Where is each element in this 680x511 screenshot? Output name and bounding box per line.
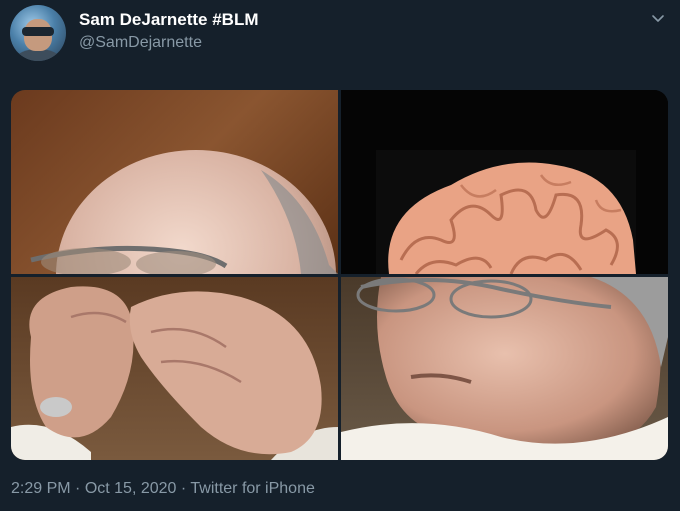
tweet-date[interactable]: Oct 15, 2020 [85, 480, 177, 497]
media-image-1[interactable] [11, 90, 338, 274]
avatar[interactable] [10, 5, 66, 61]
media-image-4[interactable] [341, 277, 668, 460]
tweet: Sam DeJarnette #BLM @SamDejarnette 2:29 … [0, 0, 680, 511]
author-handle[interactable]: @SamDejarnette [79, 34, 202, 52]
chevron-down-icon[interactable] [650, 10, 666, 26]
meta-separator: · [70, 480, 85, 497]
media-image-2[interactable] [341, 90, 668, 274]
head-top-illustration [30, 150, 338, 274]
hands-illustration [11, 286, 338, 460]
face-illustration [341, 277, 668, 460]
media-image-3[interactable] [11, 277, 338, 460]
meta-separator: · [176, 480, 191, 497]
brain-illustration [341, 90, 668, 274]
tweet-meta: 2:29 PM · Oct 15, 2020 · Twitter for iPh… [11, 480, 315, 498]
tweet-source[interactable]: Twitter for iPhone [190, 480, 315, 497]
author-display-name[interactable]: Sam DeJarnette #BLM [79, 10, 259, 30]
avatar-sunglasses [22, 27, 54, 36]
tweet-time[interactable]: 2:29 PM [11, 480, 71, 497]
media-grid[interactable] [11, 90, 668, 460]
